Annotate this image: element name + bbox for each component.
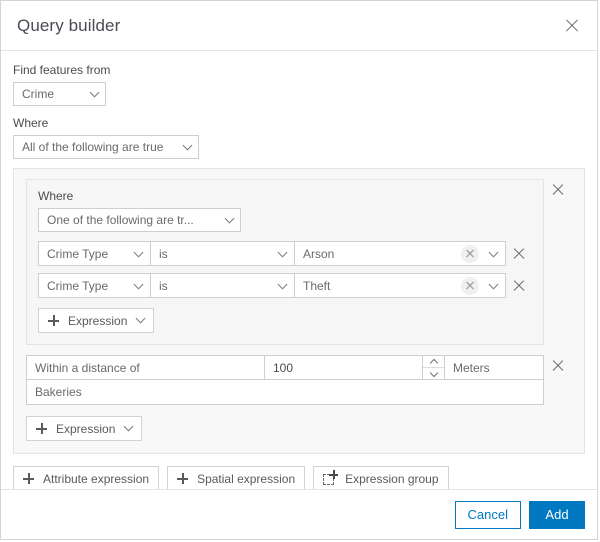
inner-expression-group-panel: Where One of the following are tr... Cri… [26, 179, 544, 345]
add-expression-label: Expression [56, 421, 116, 436]
spatial-unit-value: Meters [453, 360, 490, 375]
dialog-header: Query builder [1, 1, 597, 51]
dialog-body: Find features from Crime Where All of th… [1, 51, 597, 489]
chevron-down-icon [182, 140, 193, 151]
remove-expression-icon[interactable] [511, 278, 527, 294]
inner-group-row: Where One of the following are tr... Cri… [26, 179, 572, 345]
expression-fields: Crime Type is Arson [38, 241, 506, 266]
dialog-footer: Cancel Add [1, 489, 597, 539]
chevron-down-icon [488, 247, 499, 257]
chevron-up-icon [429, 358, 438, 367]
expression-value-text: Theft [303, 278, 331, 293]
add-spatial-expression-button[interactable]: Spatial expression [167, 466, 306, 489]
remove-expression-slot [506, 246, 532, 262]
add-attribute-expression-label: Attribute expression [43, 471, 150, 486]
remove-expression-slot [506, 278, 532, 294]
expression-field-value: Crime Type [47, 246, 109, 261]
remove-group-slot [544, 179, 572, 198]
spatial-distance-value: 100 [273, 360, 294, 375]
chevron-down-icon [123, 421, 134, 432]
expression-operator-select[interactable]: is [151, 242, 295, 265]
inner-group-body: Where One of the following are tr... Cri… [26, 179, 544, 345]
clear-value-icon[interactable] [461, 244, 479, 263]
remove-spatial-expression-icon[interactable] [550, 358, 566, 374]
where-group-label: Where [38, 189, 74, 203]
page-title: Query builder [17, 15, 121, 35]
add-expression-toolbar: Attribute expression Spatial expression … [13, 466, 585, 489]
plus-icon [36, 423, 47, 434]
remove-spatial-expression-slot [544, 355, 572, 374]
spatial-expression-body: Within a distance of 100 Meters Bakeries [26, 355, 544, 405]
chevron-down-icon [133, 247, 144, 257]
expression-field-select[interactable]: Crime Type [39, 274, 151, 297]
cancel-button[interactable]: Cancel [454, 500, 521, 529]
stepper-decrement[interactable] [423, 368, 444, 379]
expression-group-icon [323, 470, 339, 485]
where-group-operator-value: One of the following are tr... [47, 213, 194, 227]
add-expression-group-label: Expression group [345, 471, 439, 486]
expression-operator-select[interactable]: is [151, 274, 295, 297]
add-expression-label: Expression [68, 313, 128, 328]
add-expression-button-inner[interactable]: Expression [38, 308, 155, 333]
plus-icon [48, 315, 59, 326]
expression-value-text: Arson [303, 246, 335, 261]
chevron-down-icon [133, 279, 144, 289]
chevron-down-icon [429, 368, 438, 377]
spatial-relationship-select[interactable]: Within a distance of [27, 356, 265, 379]
chevron-down-icon [135, 313, 146, 324]
chevron-down-icon [89, 87, 100, 98]
expression-field-value: Crime Type [47, 278, 109, 293]
query-builder-dialog: Query builder Find features from Crime W… [0, 0, 598, 540]
add-expression-group-button[interactable]: Expression group [313, 466, 449, 489]
plus-icon [23, 473, 34, 484]
remove-expression-icon[interactable] [511, 246, 527, 262]
chevron-down-icon [488, 279, 499, 289]
expression-operator-value: is [159, 246, 168, 261]
close-icon[interactable] [561, 15, 583, 37]
spatial-target-layer-select[interactable]: Bakeries [26, 380, 544, 405]
expression-operator-value: is [159, 278, 168, 293]
find-features-label: Find features from [13, 63, 111, 77]
add-spatial-expression-label: Spatial expression [197, 471, 296, 486]
expression-value-select[interactable]: Arson [295, 242, 505, 265]
expression-row: Crime Type is Arson [38, 241, 532, 266]
root-expression-group-panel: Where One of the following are tr... Cri… [13, 168, 585, 454]
where-root-operator-select[interactable]: All of the following are true [13, 135, 199, 159]
expression-row: Crime Type is Theft [38, 273, 532, 298]
plus-icon [329, 470, 339, 479]
spatial-unit-select[interactable]: Meters [445, 356, 543, 379]
where-root-label: Where [13, 116, 49, 130]
add-expression-button-root[interactable]: Expression [26, 416, 143, 441]
expression-field-select[interactable]: Crime Type [39, 242, 151, 265]
where-group-operator-select[interactable]: One of the following are tr... [38, 208, 241, 232]
clear-value-icon[interactable] [461, 276, 479, 295]
add-attribute-expression-button[interactable]: Attribute expression [13, 466, 160, 489]
spatial-relationship-value: Within a distance of [35, 360, 140, 375]
add-button[interactable]: Add [529, 500, 585, 529]
chevron-down-icon [224, 213, 235, 224]
spatial-expression-top: Within a distance of 100 Meters [26, 355, 544, 380]
expression-value-select[interactable]: Theft [295, 274, 505, 297]
layer-select[interactable]: Crime [13, 82, 106, 106]
spatial-target-layer-value: Bakeries [35, 385, 82, 399]
expression-fields: Crime Type is Theft [38, 273, 506, 298]
stepper-increment[interactable] [423, 356, 444, 368]
plus-icon [177, 473, 189, 484]
remove-group-icon[interactable] [550, 182, 566, 198]
stepper-controls [422, 356, 444, 379]
where-root-operator-value: All of the following are true [22, 140, 164, 154]
spatial-distance-stepper[interactable]: 100 [265, 356, 445, 379]
chevron-down-icon [277, 247, 288, 257]
spatial-expression-row: Within a distance of 100 Meters Bakeries [26, 355, 572, 405]
layer-select-value: Crime [22, 87, 54, 101]
chevron-down-icon [277, 279, 288, 289]
